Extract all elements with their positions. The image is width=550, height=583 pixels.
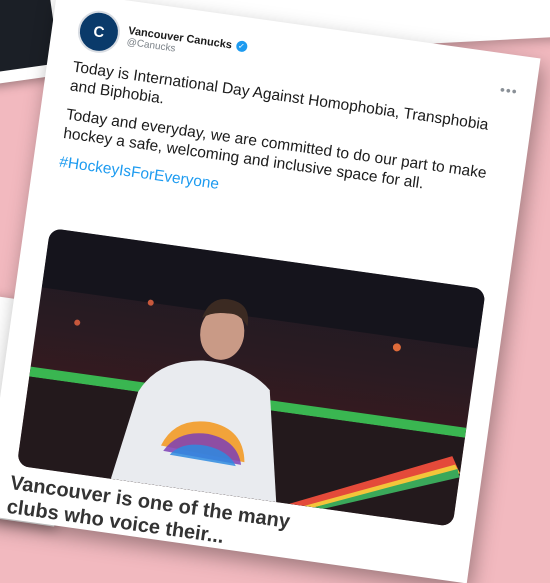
arena-light [392, 343, 401, 352]
canucks-logo-icon[interactable]: C [75, 8, 123, 56]
arena-stands [41, 227, 486, 349]
more-options-icon[interactable]: ••• [499, 81, 519, 99]
verified-badge-icon: ✓ [235, 40, 248, 53]
tweet-text: Today is International Day Against Homop… [58, 58, 500, 232]
arena-light [74, 319, 81, 326]
author-names: Vancouver Canucks ✓ @Canucks [126, 24, 248, 63]
tweet-card: C Vancouver Canucks ✓ @Canucks ••• Today… [0, 0, 541, 583]
